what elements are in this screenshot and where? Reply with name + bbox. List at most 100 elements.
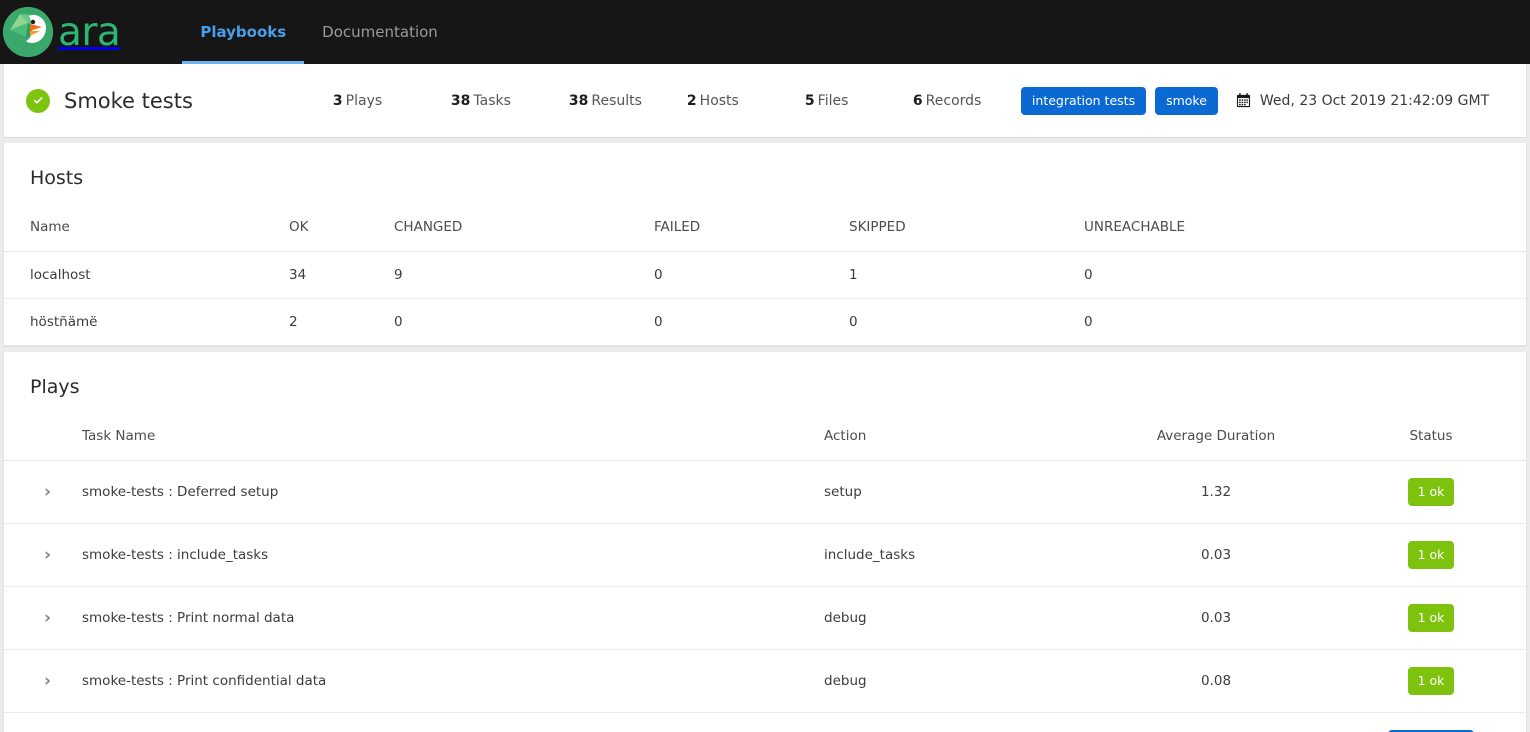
hosts-col-ok: OK	[289, 189, 394, 252]
hosts-col-unreachable: UNREACHABLE	[1084, 189, 1526, 252]
playbook-started-at: Wed, 23 Oct 2019 21:42:09 GMT	[1236, 93, 1489, 109]
play-action: include_tasks	[824, 523, 1096, 587]
chevron-right-icon[interactable]: ›	[44, 483, 51, 501]
stat-results: 38 Results	[569, 93, 669, 109]
plays-col-expand	[4, 398, 82, 461]
status-badge[interactable]: 1 ok	[1407, 604, 1455, 632]
ara-parrot-logo-icon	[2, 6, 54, 58]
play-average-duration: 0.03	[1096, 586, 1336, 650]
status-badge[interactable]: 1 ok	[1407, 541, 1455, 569]
check-circle-icon	[26, 88, 50, 113]
expand-cell[interactable]: ›	[4, 649, 82, 713]
hosts-table-body: localhost 34 9 0 1 0 höstñämë 2 0 0 0 0	[4, 251, 1526, 346]
calendar-icon	[1236, 93, 1251, 108]
playbook-started-at-text: Wed, 23 Oct 2019 21:42:09 GMT	[1259, 92, 1490, 109]
plays-col-status: Status	[1336, 398, 1526, 461]
play-task-name: smoke-tests : Record data with no type	[82, 712, 824, 732]
play-action: debug	[824, 649, 1096, 713]
nav-link-documentation[interactable]: Documentation	[304, 0, 456, 64]
host-ok: 34	[289, 251, 394, 299]
host-changed: 9	[394, 251, 654, 299]
plays-section-title: Plays	[30, 376, 80, 398]
nav-links: Playbooks Documentation	[182, 0, 455, 64]
host-failed: 0	[654, 251, 849, 299]
playbook-labels-and-meta: integration tests smoke Wed, 23 Oct 2019…	[1020, 86, 1530, 115]
playbook-stats: 3 Plays 38 Tasks 38 Results 2 Hosts 5 Files 6…	[333, 93, 1021, 109]
stat-records-value: 6	[912, 92, 923, 109]
stat-tasks: 38 Tasks	[451, 93, 551, 109]
plays-col-action: Action	[824, 398, 1096, 461]
brand-wordmark: ara	[58, 9, 121, 55]
table-row[interactable]: › smoke-tests : Print normal data debug …	[4, 586, 1526, 650]
expand-cell[interactable]: ›	[4, 586, 82, 650]
playbook-title: Smoke tests	[64, 88, 193, 113]
play-status-cell: 1 changed	[1336, 712, 1526, 732]
host-name: höstñämë	[4, 298, 289, 346]
plays-card: Plays Task Name Action Average Duration …	[3, 352, 1527, 732]
chevron-right-icon[interactable]: ›	[44, 546, 51, 564]
play-status-cell: 1 ok	[1336, 523, 1526, 587]
plays-header-row: Task Name Action Average Duration Status	[4, 398, 1526, 461]
expand-cell[interactable]: ›	[4, 712, 82, 732]
top-navbar: ara Playbooks Documentation	[0, 0, 1530, 64]
stat-tasks-value: 38	[450, 92, 471, 109]
label-badge-smoke[interactable]: smoke	[1155, 86, 1218, 115]
page-body: Smoke tests 3 Plays 38 Tasks 38 Results 2 Ho…	[0, 64, 1530, 732]
plays-col-average-duration: Average Duration	[1096, 398, 1336, 461]
stat-files-value: 5	[804, 92, 815, 109]
host-unreachable: 0	[1084, 251, 1526, 299]
hosts-col-name: Name	[4, 189, 289, 252]
stat-results-value: 38	[568, 92, 589, 109]
play-status-cell: 1 ok	[1336, 649, 1526, 713]
expand-cell[interactable]: ›	[4, 523, 82, 587]
hosts-card: Hosts Name OK CHANGED FAILED SKIPPED UNR…	[3, 143, 1527, 347]
hosts-header-row: Name OK CHANGED FAILED SKIPPED UNREACHAB…	[4, 189, 1526, 252]
status-badge[interactable]: 1 ok	[1407, 478, 1455, 506]
expand-cell[interactable]: ›	[4, 460, 82, 524]
play-action: setup	[824, 460, 1096, 524]
stat-plays-value: 3	[332, 92, 343, 109]
host-unreachable: 0	[1084, 298, 1526, 346]
play-average-duration: 0.14	[1096, 712, 1336, 732]
table-row[interactable]: höstñämë 2 0 0 0 0	[4, 298, 1526, 346]
plays-table: Task Name Action Average Duration Status…	[4, 398, 1526, 732]
table-row[interactable]: › smoke-tests : Deferred setup setup 1.3…	[4, 460, 1526, 524]
play-action: ara_record	[824, 712, 1096, 732]
stat-plays: 3 Plays	[333, 93, 433, 109]
status-badge[interactable]: 1 ok	[1407, 667, 1455, 695]
chevron-right-icon[interactable]: ›	[44, 672, 51, 690]
stat-files-label: Files	[817, 92, 849, 109]
plays-table-head: Task Name Action Average Duration Status	[4, 398, 1526, 461]
play-average-duration: 1.32	[1096, 460, 1336, 524]
table-row[interactable]: › smoke-tests : include_tasks include_ta…	[4, 523, 1526, 587]
chevron-right-icon[interactable]: ›	[44, 609, 51, 627]
host-skipped: 0	[849, 298, 1084, 346]
stat-files: 5 Files	[805, 93, 895, 109]
host-ok: 2	[289, 298, 394, 346]
play-status-cell: 1 ok	[1336, 586, 1526, 650]
host-name: localhost	[4, 251, 289, 299]
stat-results-label: Results	[591, 92, 642, 109]
hosts-col-skipped: SKIPPED	[849, 189, 1084, 252]
table-row[interactable]: › smoke-tests : Record data with no type…	[4, 712, 1526, 732]
table-row[interactable]: localhost 34 9 0 1 0	[4, 251, 1526, 299]
brand-logo-link[interactable]: ara	[0, 0, 121, 64]
stat-plays-label: Plays	[345, 92, 383, 109]
hosts-table: Name OK CHANGED FAILED SKIPPED UNREACHAB…	[4, 189, 1526, 346]
play-status-cell: 1 ok	[1336, 460, 1526, 524]
play-average-duration: 0.03	[1096, 523, 1336, 587]
play-action: debug	[824, 586, 1096, 650]
stat-hosts-label: Hosts	[699, 92, 739, 109]
playbook-summary-card: Smoke tests 3 Plays 38 Tasks 38 Results 2 Ho…	[3, 64, 1527, 138]
stat-tasks-label: Tasks	[473, 92, 511, 109]
table-row[interactable]: › smoke-tests : Print confidential data …	[4, 649, 1526, 713]
play-average-duration: 0.08	[1096, 649, 1336, 713]
nav-link-playbooks[interactable]: Playbooks	[182, 0, 305, 64]
hosts-section-title: Hosts	[30, 167, 84, 189]
hosts-col-changed: CHANGED	[394, 189, 654, 252]
stat-hosts: 2 Hosts	[687, 93, 787, 109]
stat-hosts-value: 2	[686, 92, 697, 109]
play-task-name: smoke-tests : Deferred setup	[82, 460, 824, 524]
stat-records-label: Records	[925, 92, 982, 109]
label-badge-integration-tests[interactable]: integration tests	[1020, 86, 1147, 115]
